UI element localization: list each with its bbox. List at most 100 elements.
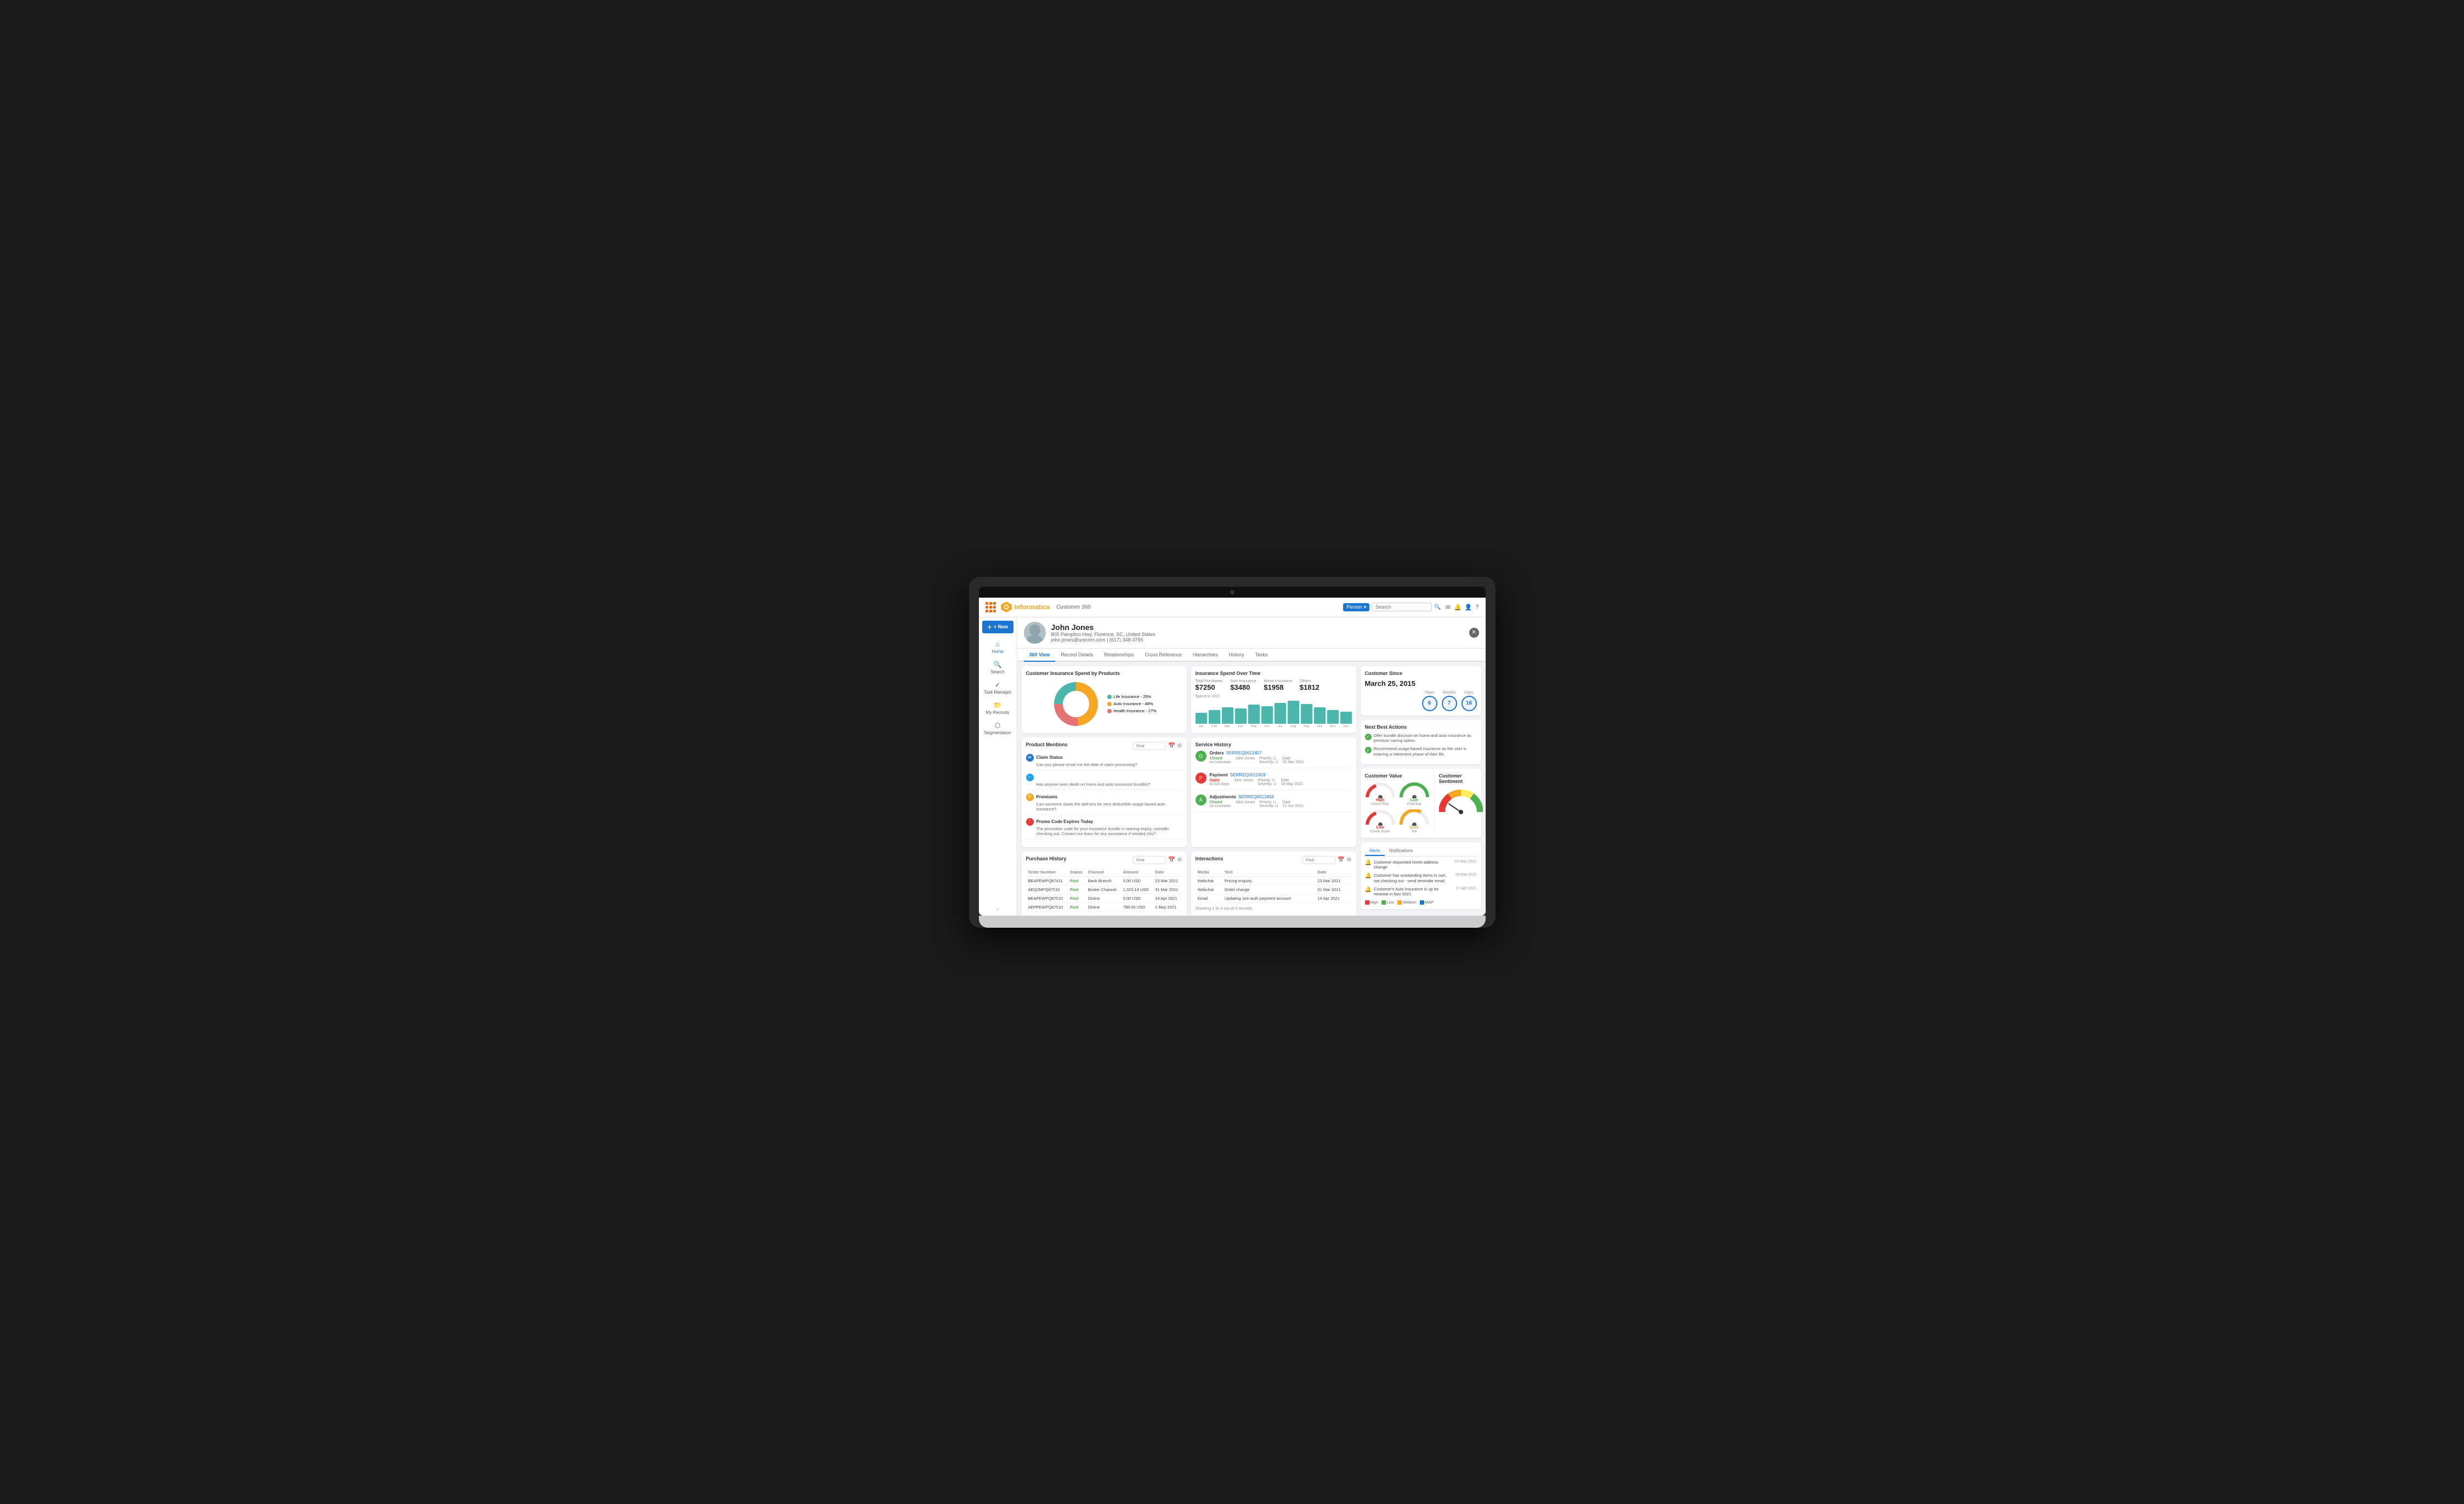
service-severity-0: U (1275, 760, 1278, 764)
sidebar-item-task-manager[interactable]: ✓ Task Manager (980, 678, 1016, 697)
tabs-bar: 360 View Record Details Relationships Cr… (1017, 649, 1486, 662)
service-priority-0: U (1273, 757, 1276, 760)
search-icon[interactable]: 🔍 (1434, 604, 1441, 610)
purchase-history-card: Purchase History 📅 ⚙ Ord (1022, 852, 1187, 916)
alert-text-0: Customer requested home address change (1374, 860, 1452, 871)
sidebar-item-my-records[interactable]: 📁 My Records (980, 699, 1016, 718)
settings-icon[interactable]: ⚙ (1177, 743, 1182, 749)
interactions-find-input[interactable] (1302, 856, 1335, 864)
interactions-card-header: Interactions 📅 ⚙ (1196, 856, 1352, 865)
help-icon[interactable]: ? (1475, 604, 1479, 610)
bar-col: Jul (1275, 703, 1286, 728)
cell-date: 31 Mar 2021 (1315, 885, 1351, 894)
service-severity-1: U (1274, 782, 1277, 786)
bar-segment (1248, 705, 1260, 724)
purchase-calendar-icon[interactable]: 📅 (1168, 857, 1175, 863)
col-media: Media (1196, 868, 1222, 877)
service-id-2: SERREQ0012458 (1238, 794, 1274, 799)
credit-score-gauge: Low Credit Score (1365, 809, 1396, 833)
legend-life: Life Insurance - 25% (1107, 694, 1156, 699)
customer-value-title: Customer Value (1365, 773, 1430, 779)
legend-auto: Auto Insurance - 48% (1107, 701, 1156, 706)
cell-status: Paid (1068, 894, 1086, 903)
mention-item-3: ! Promo Code Expires Today The promotion… (1026, 818, 1182, 839)
person-selector[interactable]: Person ▾ (1343, 603, 1369, 611)
records-icon: 📁 (994, 701, 1002, 709)
tab-notifications[interactable]: Notifications (1385, 847, 1418, 856)
total-purchases: Total Purchases $7250 (1196, 679, 1223, 691)
cell-channel: Broker Channel (1086, 885, 1121, 894)
close-button[interactable]: ✕ (1469, 628, 1479, 638)
cell-status: Paid (1068, 876, 1086, 885)
nba-check-icon-1: ✓ (1365, 747, 1372, 753)
service-status-0: Closed (1210, 757, 1231, 760)
purchase-title: Purchase History (1026, 856, 1067, 861)
tab-360-view[interactable]: 360 View (1024, 649, 1056, 662)
donut-card-title: Customer Insurance Spend by Products (1026, 671, 1182, 676)
churn-risk-value: High (1376, 798, 1385, 802)
email-icon[interactable]: ✉ (1446, 604, 1451, 611)
service-type-1: Payment (1210, 773, 1228, 777)
interactions-search: 📅 ⚙ (1302, 856, 1351, 864)
purchase-card-header: Purchase History 📅 ⚙ (1026, 856, 1182, 865)
new-button[interactable]: ＋ + New (982, 621, 1013, 633)
service-assignee-1: John Jones (1234, 779, 1254, 782)
tab-cross-reference[interactable]: Cross Reference (1139, 649, 1187, 662)
profile-contact: john.jones@unicorn.com | (617) 348-3755 (1051, 637, 1464, 643)
legend-high: High (1365, 900, 1378, 905)
tab-relationships[interactable]: Relationships (1098, 649, 1139, 662)
tab-tasks[interactable]: Tasks (1250, 649, 1273, 662)
tab-record-details[interactable]: Record Details (1055, 649, 1098, 662)
sidebar-items: ⌂ Home 🔍 Search ✓ Task Manager 📁 (979, 635, 1017, 740)
new-button-label: + New (994, 624, 1008, 629)
dashboard: Customer Insurance Spend by Products (1017, 662, 1486, 916)
service-item-2: A Adjustments SERREQ0012458 Closed (1196, 794, 1352, 812)
bell-icon[interactable]: 🔔 (1454, 604, 1462, 611)
table-row: Webchat Order change 31 Mar 2021 (1196, 885, 1352, 894)
purchase-search: 📅 ⚙ (1133, 856, 1182, 864)
mentions-find-input[interactable] (1133, 742, 1166, 750)
purchase-table: Order Number Status Channel Amount Date … (1026, 868, 1182, 912)
service-info-0: Orders SERREQ0012457 Closed on Unknown (1210, 751, 1352, 764)
sidebar-item-segmentation[interactable]: ⬡ Segmentation (980, 719, 1016, 738)
bar-col: Oct (1314, 707, 1326, 728)
app-logo: Informatica (1000, 601, 1050, 613)
sidebar-item-home[interactable]: ⌂ Home (980, 638, 1016, 657)
purchase-find-input[interactable] (1133, 856, 1166, 864)
since-date: March 25, 2015 (1365, 679, 1477, 688)
interactions-calendar-icon[interactable]: 📅 (1338, 857, 1344, 863)
tab-hierarchies[interactable]: Hierarchies (1187, 649, 1223, 662)
interactions-settings-icon[interactable]: ⚙ (1347, 857, 1352, 863)
alert-bell-icon-2: 🔔 (1365, 887, 1372, 893)
bar-col: Apr (1235, 708, 1247, 728)
alert-date-0: 24 May 2021 (1454, 860, 1476, 864)
bar-col: Dec (1340, 712, 1352, 728)
collapse-icon[interactable]: « (996, 906, 999, 912)
user-icon[interactable]: 👤 (1465, 604, 1472, 611)
tab-history[interactable]: History (1223, 649, 1249, 662)
calendar-icon[interactable]: 📅 (1168, 743, 1175, 749)
customer-since-card: Customer Since March 25, 2015 Years 6 Mo… (1361, 666, 1481, 716)
bar-col: Nov (1327, 710, 1339, 728)
bar-label: Aug (1290, 725, 1296, 728)
service-priority-1: U (1272, 779, 1275, 782)
app-grid-icon[interactable] (985, 602, 996, 612)
sidebar-item-search[interactable]: 🔍 Search (980, 658, 1016, 677)
service-priority-2: U (1273, 801, 1276, 804)
purchase-settings-icon[interactable]: ⚙ (1177, 857, 1182, 863)
bar-segment (1314, 707, 1326, 724)
tab-alerts[interactable]: Alerts (1365, 847, 1385, 856)
sidebar-item-label-records: My Records (986, 710, 1010, 715)
bar-col: Jan (1196, 713, 1207, 728)
nav-icons: ✉ 🔔 👤 ? (1446, 604, 1479, 611)
mention-item-2: P Premiums Can someone share the add-ons… (1026, 793, 1182, 815)
search-input[interactable] (1372, 603, 1432, 611)
table-row: BEAPEWPQ87411 Paid Bank Branch 0.00 USD … (1026, 876, 1182, 885)
nba-card: Next Best Actions ✓ Offer bundle discoun… (1361, 720, 1481, 764)
right-panel: Customer Since March 25, 2015 Years 6 Mo… (1361, 666, 1481, 916)
gauge-grid: High Churn Risk (1365, 782, 1430, 833)
service-type-2: Adjustments (1210, 794, 1236, 799)
others-spend: Others $1812 (1300, 679, 1319, 691)
service-history-card: Service History O Orders SERREQ0012457 (1191, 737, 1356, 847)
cell-status: Paid (1068, 903, 1086, 911)
